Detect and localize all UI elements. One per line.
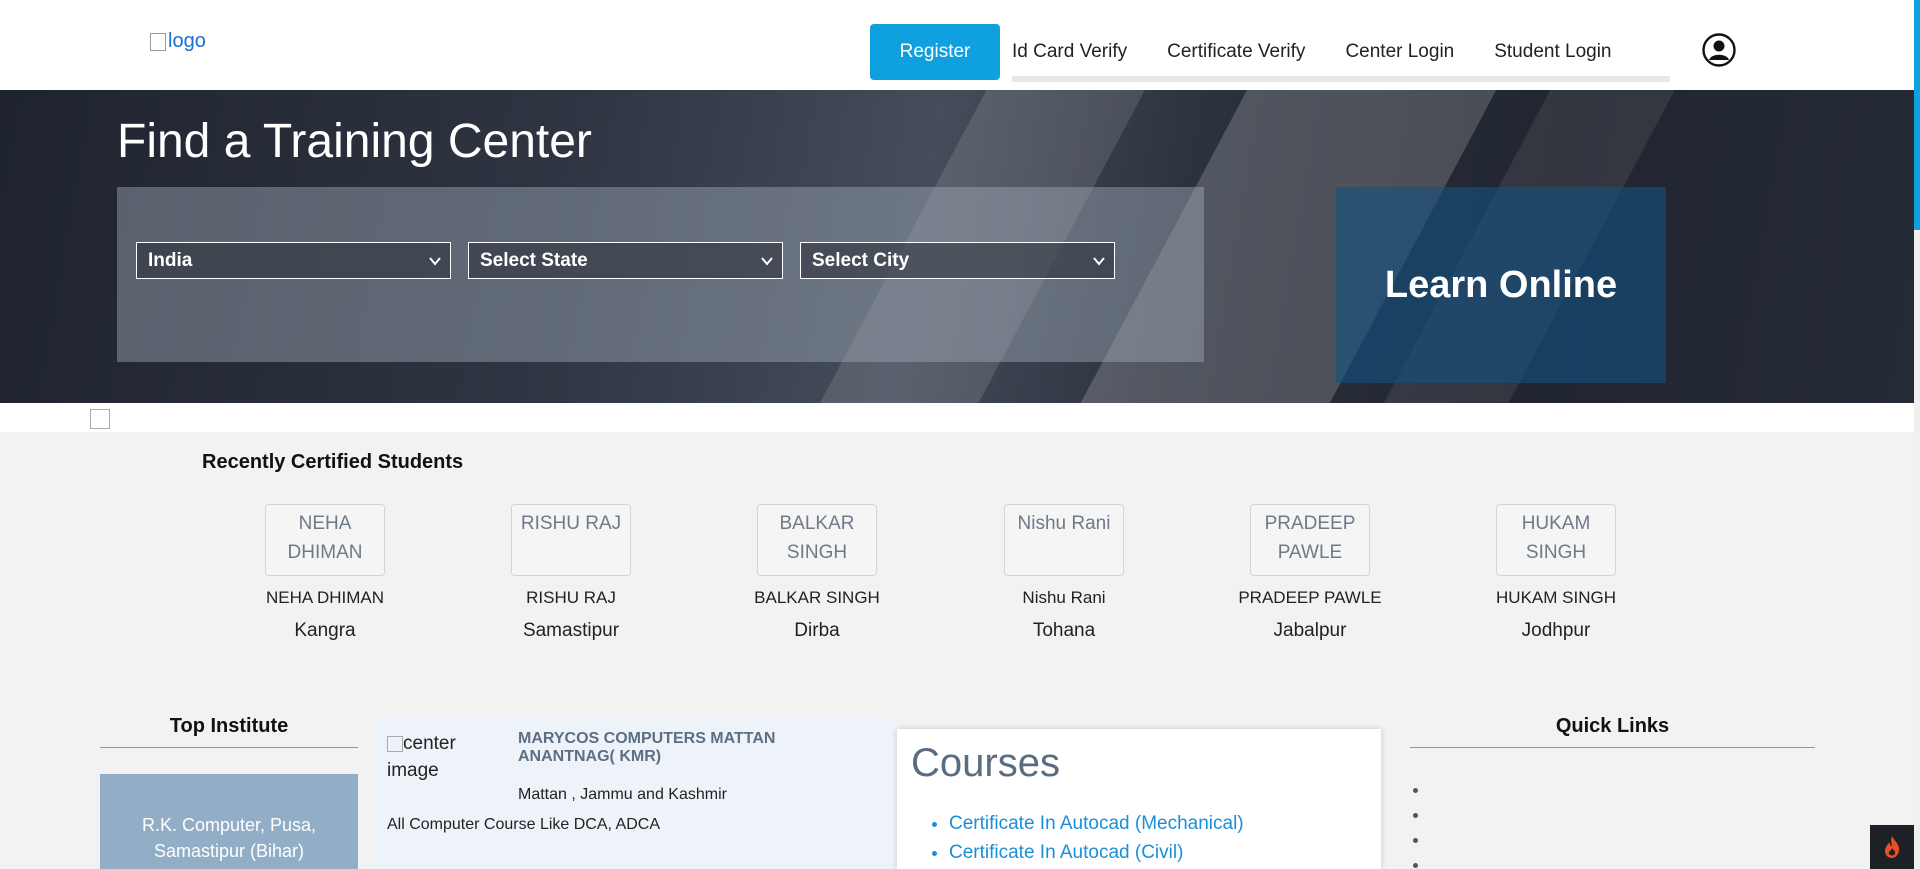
student-photo: BALKAR SINGH (757, 504, 877, 576)
student-card: NEHA DHIMAN NEHA DHIMAN Kangra (245, 504, 405, 642)
student-card: RISHU RAJ RISHU RAJ Samastipur (491, 504, 651, 642)
hero-banner: Find a Training Center India Select Stat… (0, 90, 1914, 403)
student-photo: Nishu Rani (1004, 504, 1124, 576)
broken-image-icon (150, 32, 166, 51)
student-city: Kangra (294, 620, 356, 641)
broken-image-icon (90, 409, 110, 429)
logo-alt-text: logo (168, 30, 206, 52)
student-name: BALKAR SINGH (754, 588, 880, 607)
nav-link-student-login[interactable]: Student Login (1494, 41, 1611, 63)
student-name: NEHA DHIMAN (265, 588, 385, 607)
student-photo: HUKAM SINGH (1496, 504, 1616, 576)
student-name: Nishu Rani (1022, 588, 1106, 607)
divider (1410, 747, 1815, 748)
flame-icon (1885, 836, 1900, 858)
country-select-value: India (148, 249, 193, 271)
chevron-down-icon (429, 257, 441, 266)
student-name: HUKAM SINGH (1496, 588, 1616, 607)
user-account-icon[interactable] (1702, 33, 1736, 67)
nav-link-center-login[interactable]: Center Login (1345, 41, 1454, 63)
register-button[interactable]: Register (870, 24, 1000, 80)
city-select[interactable]: Select City (800, 242, 1115, 279)
student-city: Tohana (1032, 620, 1096, 641)
student-city: Jodhpur (1521, 620, 1591, 641)
main-nav: Register Id Card Verify Certificate Veri… (870, 24, 1670, 82)
state-select-value: Select State (480, 249, 588, 271)
student-city: Dirba (794, 620, 840, 641)
courses-card: Courses Certificate In Autocad (Mechanic… (897, 729, 1381, 869)
page-scrollbar[interactable] (1914, 0, 1920, 869)
nav-underline (1012, 76, 1670, 82)
course-link[interactable]: Certificate In Autocad (Civil) (949, 838, 1244, 867)
student-card: PRADEEP PAWLE PRADEEP PAWLE Jabalpur (1230, 504, 1390, 642)
student-card: Nishu Rani Nishu Rani Tohana (984, 504, 1144, 642)
broken-image-icon (387, 735, 403, 752)
courses-list: Certificate In Autocad (Mechanical) Cert… (949, 809, 1244, 867)
student-photo: RISHU RAJ (511, 504, 631, 576)
nav-link-id-card-verify[interactable]: Id Card Verify (1012, 41, 1127, 63)
center-search-box: India Select State Select City (117, 187, 1204, 362)
section-title-recent-students: Recently Certified Students (202, 451, 464, 473)
student-card: HUKAM SINGH HUKAM SINGH Jodhpur (1476, 504, 1636, 642)
nav-link-certificate-verify[interactable]: Certificate Verify (1167, 41, 1305, 63)
scrollbar-thumb[interactable] (1914, 0, 1920, 230)
floating-fire-button[interactable] (1870, 825, 1914, 869)
learn-online-button[interactable]: Learn Online (1336, 187, 1666, 383)
chevron-down-icon (761, 257, 773, 266)
state-select[interactable]: Select State (468, 242, 783, 279)
student-photo: PRADEEP PAWLE (1250, 504, 1370, 576)
top-institute-item[interactable]: R.K. Computer, Pusa, Samastipur (Bihar) (100, 774, 358, 869)
student-name: PRADEEP PAWLE (1238, 588, 1382, 607)
center-location: Mattan , Jammu and Kashmir (518, 786, 727, 803)
divider (100, 747, 358, 748)
hero-title: Find a Training Center (117, 115, 592, 168)
banner-image-strip (0, 403, 1914, 432)
student-card: BALKAR SINGH BALKAR SINGH Dirba (737, 504, 897, 642)
course-link[interactable]: Certificate In Autocad (Mechanical) (949, 809, 1244, 838)
site-header: logo Register Id Card Verify Certificate… (0, 0, 1914, 90)
featured-center-card: center image MARYCOS COMPUTERS MATTAN AN… (373, 716, 893, 869)
center-image: center image (387, 730, 497, 784)
country-select[interactable]: India (136, 242, 451, 279)
section-title-top-institute: Top Institute (169, 715, 289, 737)
student-name: RISHU RAJ (526, 588, 616, 607)
student-city: Jabalpur (1273, 620, 1347, 641)
center-description: All Computer Course Like DCA, ADCA (387, 816, 660, 833)
student-city: Samastipur (522, 620, 620, 641)
student-photo: NEHA DHIMAN (265, 504, 385, 576)
courses-title: Courses (911, 741, 1060, 785)
logo[interactable]: logo (150, 30, 206, 53)
center-name[interactable]: MARYCOS COMPUTERS MATTAN ANANTNAG( KMR) (518, 730, 848, 766)
city-select-value: Select City (812, 249, 910, 271)
section-title-quick-links: Quick Links (1555, 715, 1670, 737)
nav-links: Id Card Verify Certificate Verify Center… (1012, 24, 1670, 82)
chevron-down-icon (1093, 257, 1105, 266)
